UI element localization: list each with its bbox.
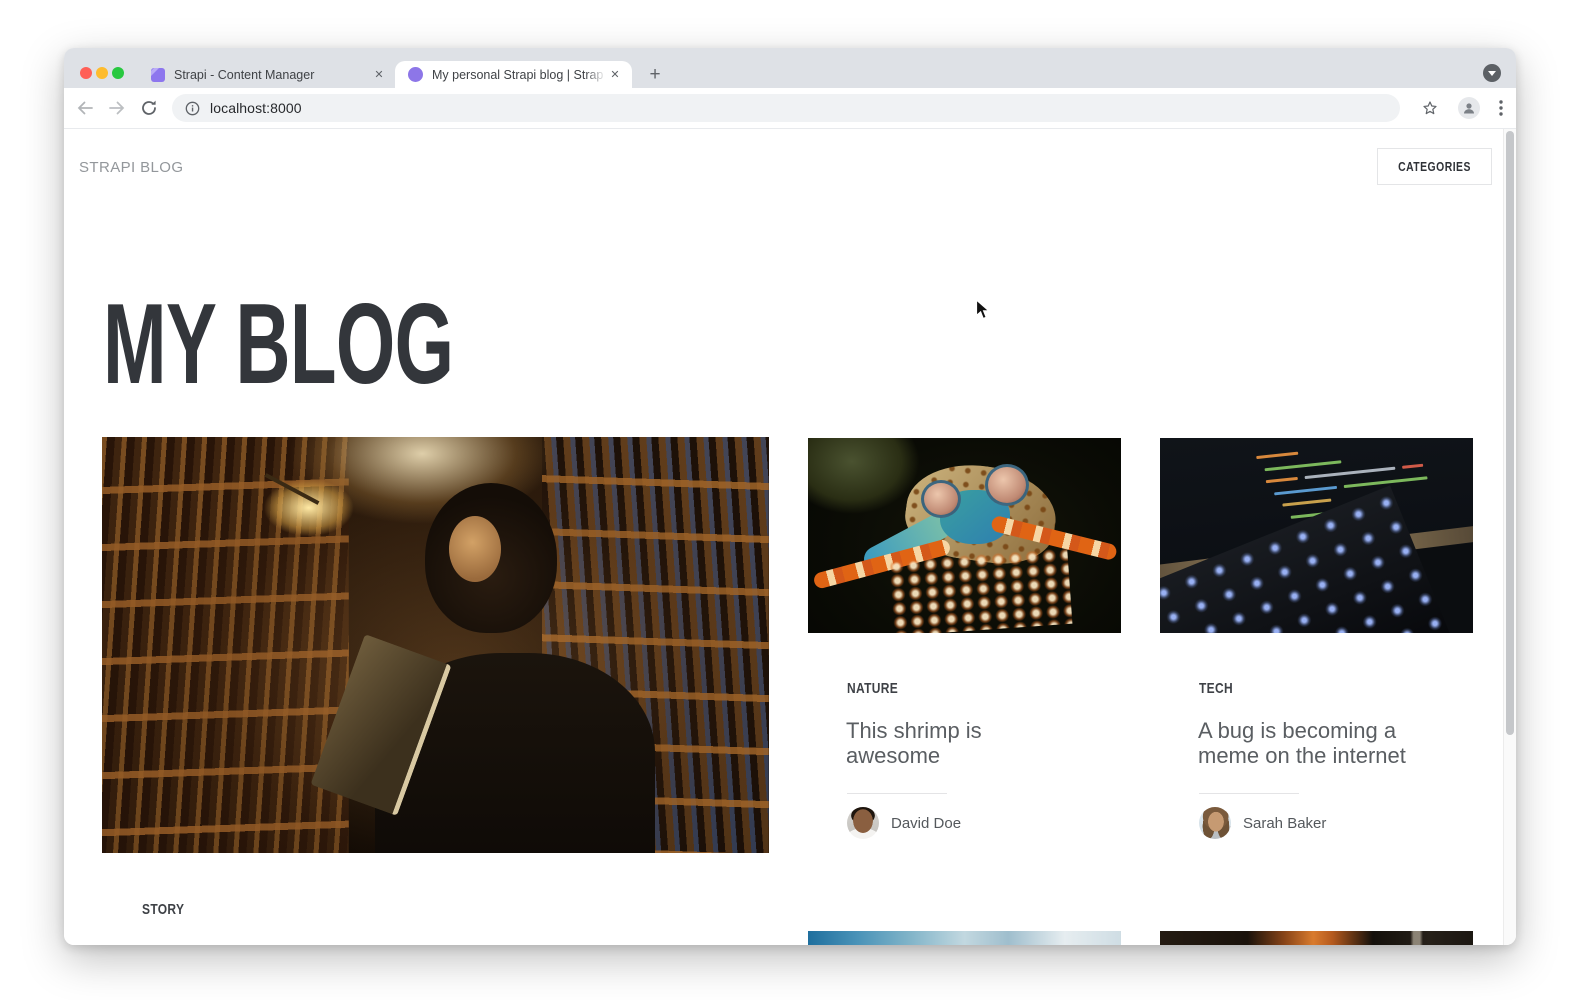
new-tab-button[interactable]: +: [641, 61, 669, 89]
article-image-nature[interactable]: [808, 438, 1121, 633]
page-scrollbar[interactable]: [1503, 129, 1516, 945]
reload-icon[interactable]: [137, 96, 161, 120]
article-image-partial[interactable]: [1160, 931, 1473, 945]
tab-strip: Strapi - Content Manager ✕ My personal S…: [64, 48, 1516, 88]
article-category: NATURE: [847, 680, 911, 697]
author-name: Sarah Baker: [1243, 816, 1326, 832]
article-image-tech[interactable]: [1160, 438, 1473, 633]
bookmark-star-icon[interactable]: [1418, 96, 1442, 120]
site-info-icon[interactable]: [185, 101, 200, 116]
tab-strapi-content-manager[interactable]: Strapi - Content Manager ✕: [144, 61, 394, 88]
tab-search-button[interactable]: [1483, 64, 1501, 82]
article-title[interactable]: This shrimp is awesome: [846, 718, 1036, 768]
divider: [1199, 793, 1299, 794]
blog-favicon: [408, 67, 423, 82]
close-tab-icon[interactable]: ✕: [606, 66, 624, 84]
author-avatar: [847, 807, 879, 839]
forward-icon[interactable]: [105, 96, 129, 120]
page-title: MY BLOG: [103, 299, 626, 391]
article-image-partial[interactable]: [808, 931, 1121, 945]
mouse-cursor: [975, 299, 990, 321]
strapi-favicon: [151, 68, 165, 82]
tab-my-personal-strapi-blog[interactable]: My personal Strapi blog | Strap ✕: [395, 61, 632, 88]
article-title[interactable]: A bug is becoming a meme on the internet: [1198, 718, 1433, 768]
article-category: TECH: [1199, 680, 1241, 697]
tab-title: My personal Strapi blog | Strap: [432, 68, 606, 82]
author-name: David Doe: [891, 816, 961, 832]
categories-button-label: CATEGORIES: [1398, 159, 1471, 174]
site-brand[interactable]: STRAPI BLOG: [79, 159, 183, 176]
browser-window: Strapi - Content Manager ✕ My personal S…: [64, 48, 1516, 945]
library-lamp: [265, 473, 320, 505]
divider: [847, 793, 947, 794]
browser-menu-icon[interactable]: [1493, 96, 1509, 120]
author-avatar: [1199, 807, 1231, 839]
fullscreen-window-button[interactable]: [112, 67, 124, 79]
url-text[interactable]: localhost:8000: [210, 100, 302, 116]
article-image-story[interactable]: [102, 437, 769, 853]
address-bar[interactable]: localhost:8000: [172, 94, 1400, 122]
tab-title: Strapi - Content Manager: [174, 68, 370, 82]
browser-toolbar: localhost:8000: [64, 88, 1516, 129]
article-category: STORY: [142, 901, 195, 918]
categories-button[interactable]: CATEGORIES: [1377, 148, 1492, 185]
close-tab-icon[interactable]: ✕: [370, 66, 388, 84]
back-icon[interactable]: [73, 96, 97, 120]
close-window-button[interactable]: [80, 67, 92, 79]
page-content: STRAPI BLOG CATEGORIES MY BLOG STORY: [64, 129, 1516, 945]
profile-avatar-button[interactable]: [1458, 97, 1480, 119]
scrollbar-thumb[interactable]: [1506, 131, 1514, 735]
minimize-window-button[interactable]: [96, 67, 108, 79]
